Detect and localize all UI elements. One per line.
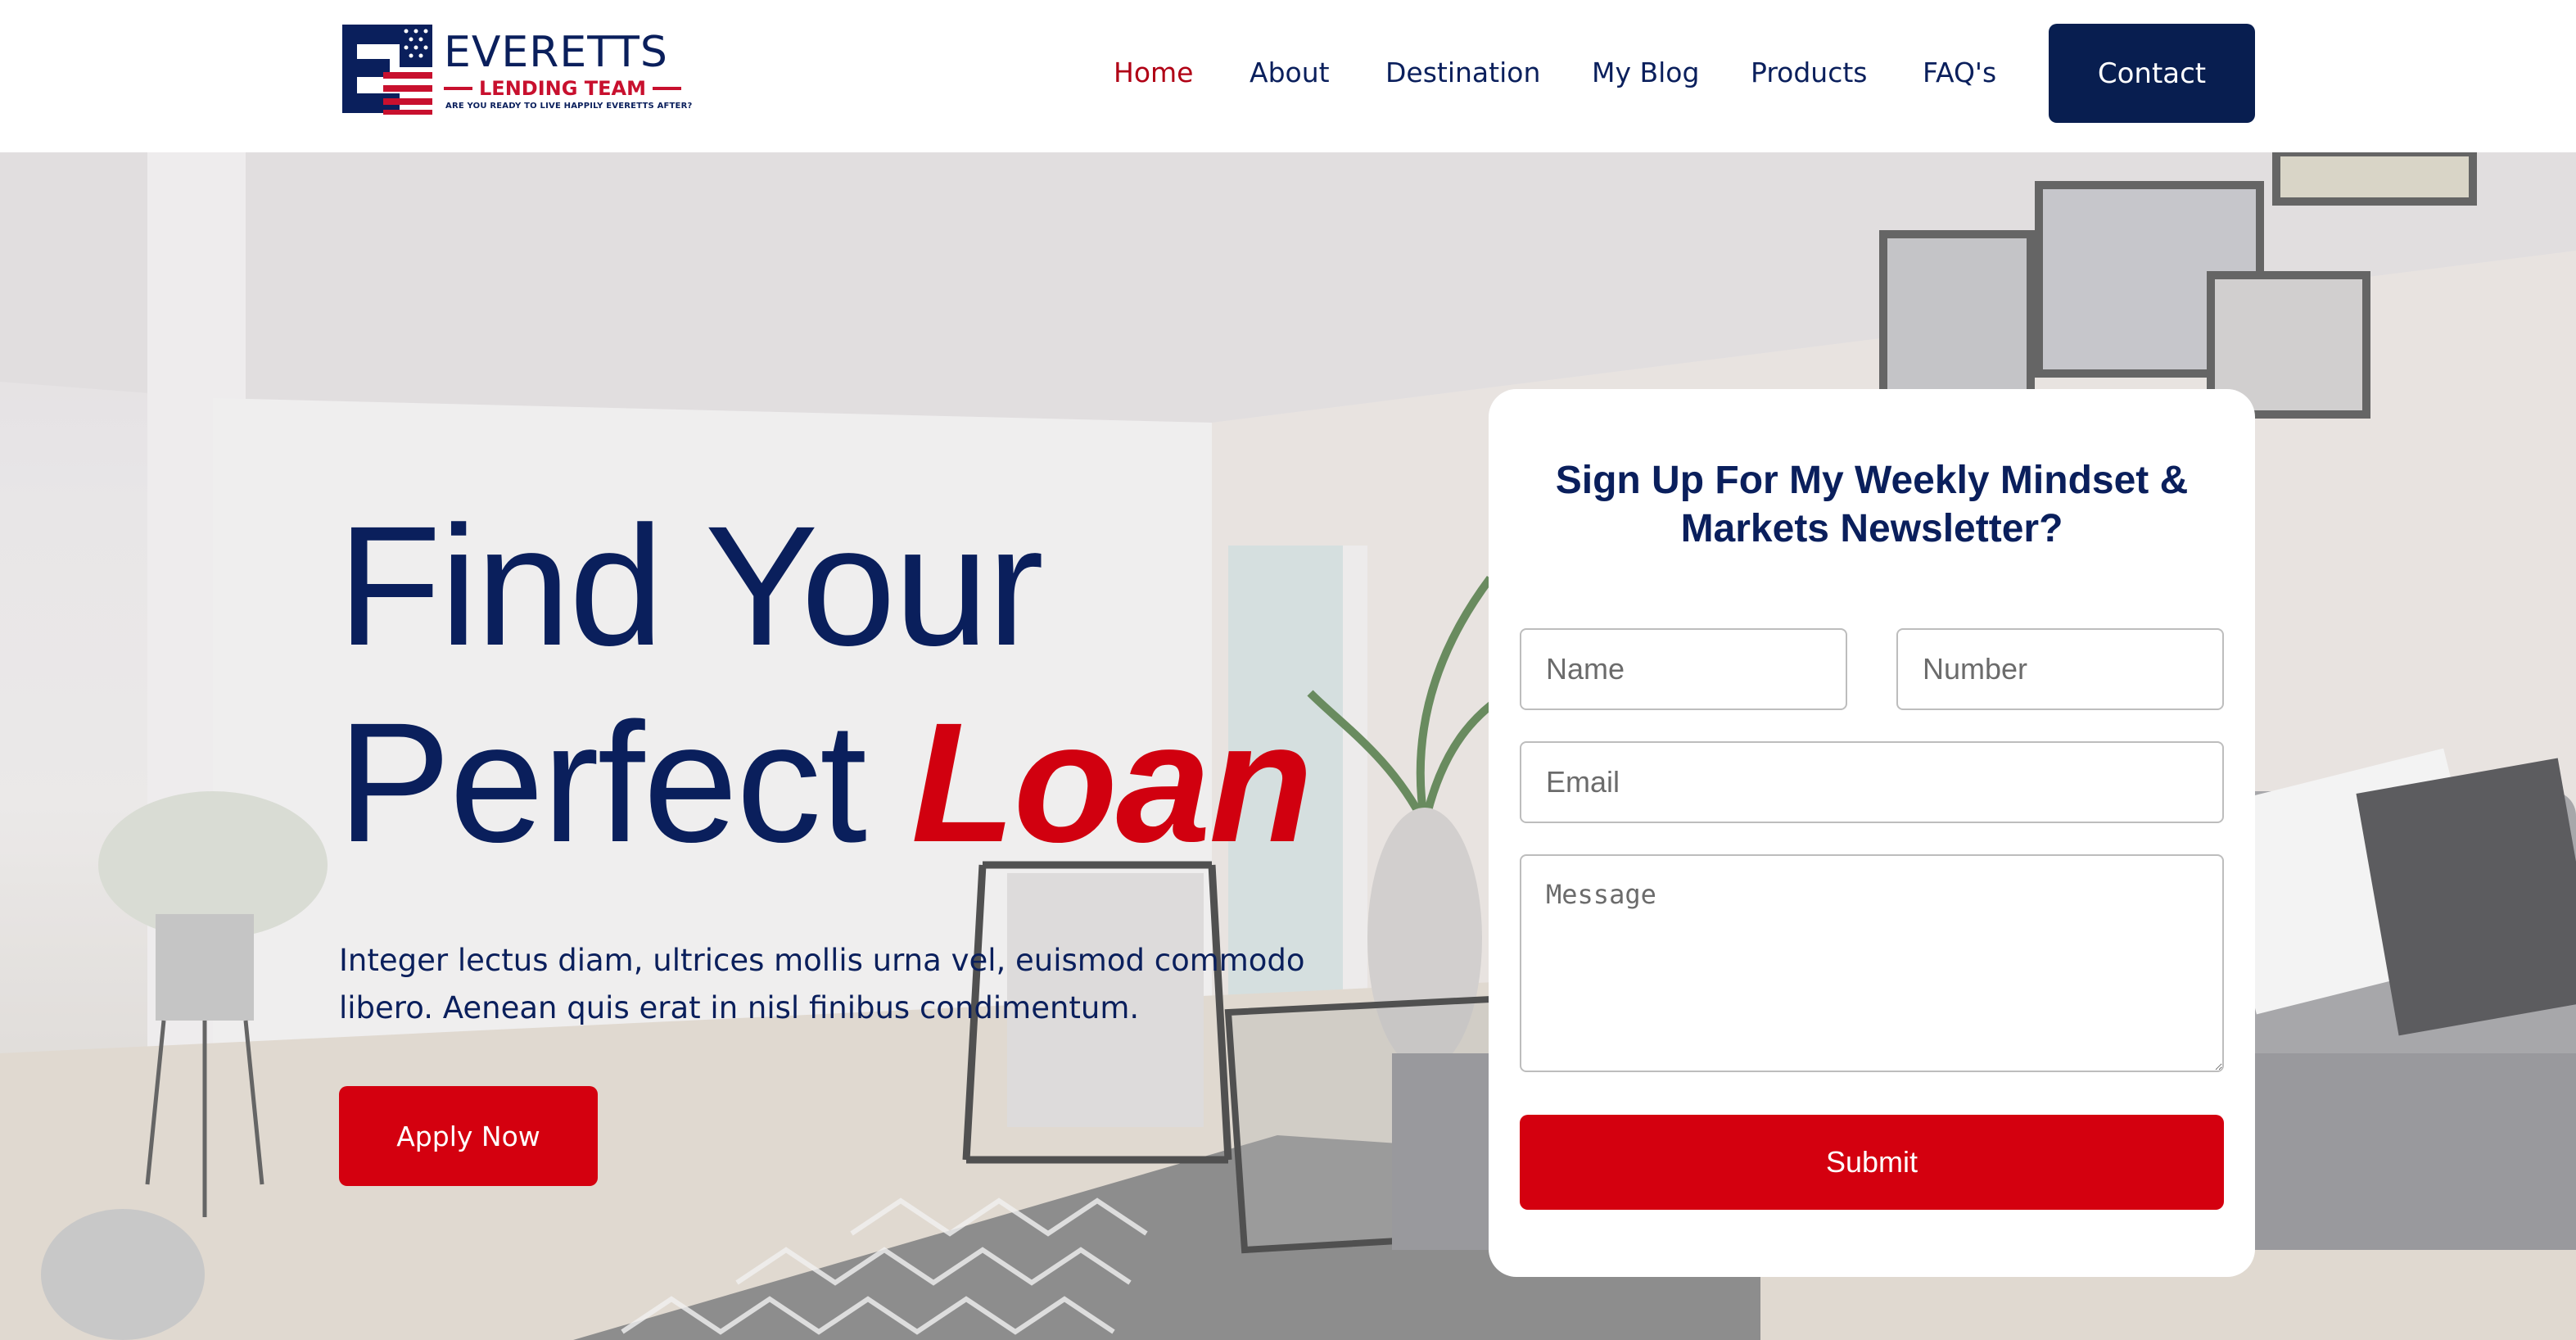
- hero-title-line-2: Perfect Loan: [337, 685, 1313, 881]
- hero-title-line-1: Find Your: [337, 491, 1044, 681]
- email-input[interactable]: [1520, 741, 2224, 823]
- brand-subtitle-row: LENDING TEAM: [444, 77, 681, 100]
- message-textarea[interactable]: [1520, 854, 2224, 1072]
- brand-logo[interactable]: EVERETTS LENDING TEAM ARE YOU READY TO L…: [341, 21, 692, 118]
- site-header: EVERETTS LENDING TEAM ARE YOU READY TO L…: [0, 0, 2576, 152]
- brand-subtitle: LENDING TEAM: [479, 77, 646, 100]
- brand-name: EVERETTS: [444, 28, 668, 77]
- newsletter-title: Sign Up For My Weekly Mindset & Markets …: [1555, 459, 2189, 550]
- nav-item-products[interactable]: Products: [1751, 52, 1868, 93]
- contact-button[interactable]: Contact: [2049, 24, 2255, 123]
- brand-divider-right: [653, 87, 681, 90]
- nav-item-destination[interactable]: Destination: [1385, 52, 1540, 93]
- hero-title-prefix: Perfect: [337, 688, 867, 878]
- nav-item-my-blog[interactable]: My Blog: [1592, 52, 1699, 93]
- name-input[interactable]: [1520, 628, 1847, 710]
- hero-description: Integer lectus diam, ultrices mollis urn…: [339, 943, 1305, 1025]
- brand-tagline: ARE YOU READY TO LIVE HAPPILY EVERETTS A…: [445, 102, 693, 111]
- nav-item-home[interactable]: Home: [1114, 52, 1193, 93]
- submit-button[interactable]: Submit: [1520, 1115, 2224, 1210]
- flag-e-logo-icon: [341, 21, 434, 116]
- nav-item-faqs[interactable]: FAQ's: [1923, 52, 1996, 93]
- number-input[interactable]: [1896, 628, 2224, 710]
- hero-title: Find Your Perfect Loan: [337, 488, 1313, 881]
- nav-item-about[interactable]: About: [1250, 52, 1330, 93]
- apply-now-button[interactable]: Apply Now: [339, 1086, 598, 1186]
- brand-divider-left: [444, 87, 472, 90]
- newsletter-signup-card: Sign Up For My Weekly Mindset & Markets …: [1489, 389, 2255, 1277]
- hero-title-accent: Loan: [911, 688, 1313, 878]
